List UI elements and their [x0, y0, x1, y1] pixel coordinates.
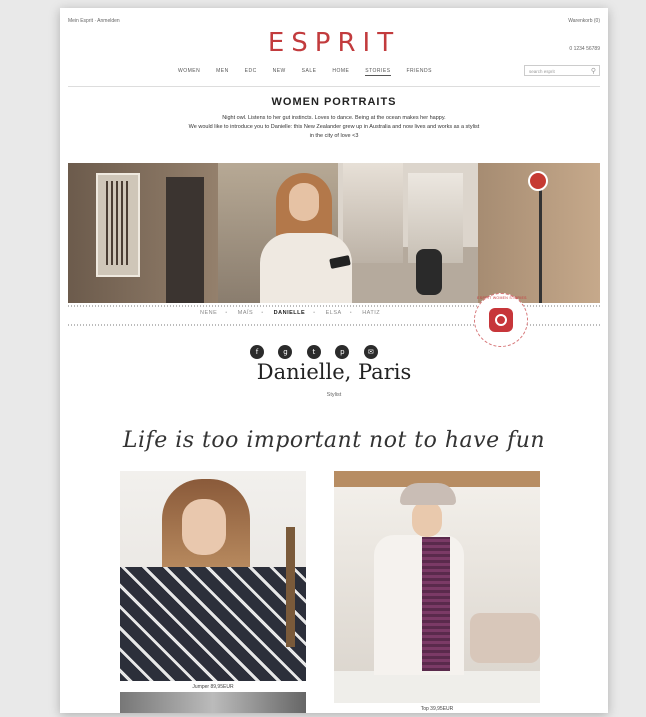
intro-line: in the city of love <3 [309, 133, 359, 139]
portrait-danielle[interactable]: DANIELLE [274, 310, 306, 316]
portrait-photo-2[interactable] [334, 471, 540, 703]
photo-caption-1: Jumper 89,95EUR [192, 684, 234, 690]
nav-item-stories[interactable]: STORIES [365, 68, 391, 76]
portrait-mais[interactable]: MAÏS [238, 310, 253, 316]
portrait-hatiz[interactable]: HATIZ [362, 310, 380, 316]
twitter-icon[interactable]: t [306, 345, 321, 359]
page-title: WOMEN PORTRAITS [271, 96, 397, 108]
nav-item-sale[interactable]: SALE [302, 68, 317, 74]
instagram-badge[interactable]: ESPRIT WOMEN STORIES [474, 293, 528, 347]
photo-strip [120, 692, 306, 713]
mail-icon[interactable]: ✉ [363, 345, 378, 359]
hero-image [68, 163, 600, 303]
profile-role: Stylist [326, 392, 342, 398]
intro-line: We would like to introduce you to Daniel… [188, 124, 480, 130]
page-sheet: Mein Esprit · Anmelden Warenkorb (0) ESP… [60, 8, 608, 713]
nav-item-home[interactable]: HOME [332, 68, 349, 74]
instagram-icon [489, 308, 513, 332]
main-nav: WOMEN MEN EDC NEW SALE HOME STORIES FRIE… [178, 68, 446, 76]
profile-name: Danielle, Paris [256, 360, 412, 384]
portrait-photo-1[interactable] [120, 471, 306, 681]
search-input[interactable]: search esprit ⚲ [524, 65, 600, 76]
search-placeholder: search esprit [529, 69, 555, 74]
phone-number: 0 1234 56789 [569, 46, 600, 52]
nav-item-women[interactable]: WOMEN [178, 68, 200, 74]
google-plus-icon[interactable]: g [278, 345, 293, 359]
photo-caption-2: Top 39,95EUR [420, 706, 454, 712]
portrait-nene[interactable]: NENE [200, 310, 217, 316]
intro-text: Night owl. Listens to her gut instincts.… [100, 114, 568, 141]
share-bar: f g t p ✉ [250, 341, 388, 359]
portrait-elsa[interactable]: ELSA [326, 310, 342, 316]
portrait-nav: NENE • MAÏS • DANIELLE • ELSA • HATIZ [200, 310, 381, 316]
facebook-icon[interactable]: f [250, 345, 264, 359]
nav-item-new[interactable]: NEW [273, 68, 286, 74]
cart-link[interactable]: Warenkorb (0) [568, 18, 600, 24]
nav-item-men[interactable]: MEN [216, 68, 229, 74]
handwritten-quote: Life is too important not to have fun [122, 428, 546, 453]
intro-line: Night owl. Listens to her gut instincts.… [222, 115, 446, 121]
pinterest-icon[interactable]: p [335, 345, 350, 359]
account-links[interactable]: Mein Esprit · Anmelden [68, 18, 120, 24]
nav-item-friends[interactable]: FRIENDS [406, 68, 431, 74]
top-bar: Mein Esprit · Anmelden Warenkorb (0) [68, 14, 600, 28]
esprit-logo[interactable]: ESPRIT [60, 28, 608, 58]
badge-text: ESPRIT WOMEN STORIES [477, 296, 527, 300]
nav-item-edc[interactable]: EDC [245, 68, 257, 74]
search-icon[interactable]: ⚲ [591, 66, 596, 77]
header-divider [68, 86, 600, 87]
